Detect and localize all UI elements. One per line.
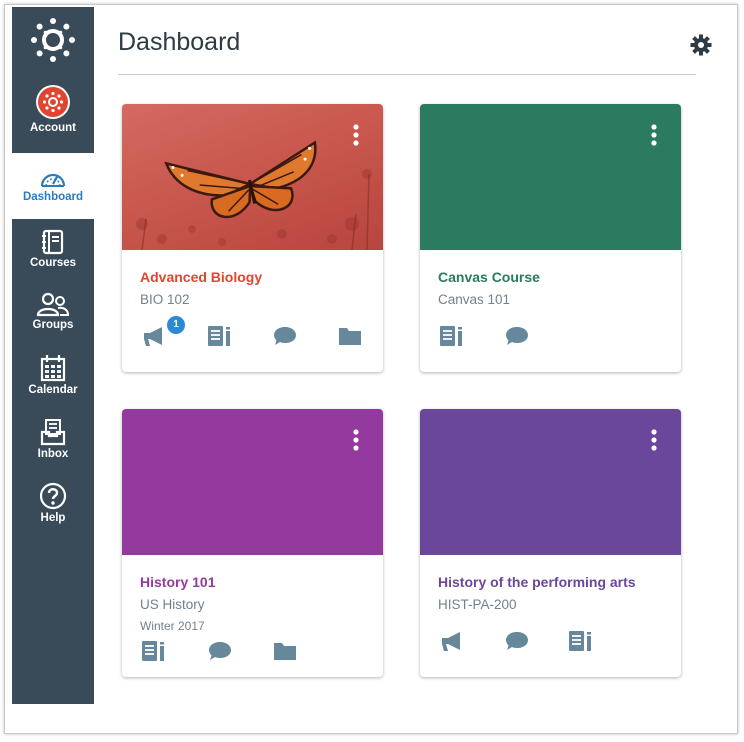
groups-people-icon (36, 292, 70, 317)
sidebar-item-label: Dashboard (22, 191, 84, 203)
course-term: Winter 2017 (140, 619, 205, 633)
sidebar-item-dashboard[interactable]: Dashboard (12, 153, 94, 219)
sidebar-item-account[interactable]: Account (12, 85, 94, 134)
card-color-header (122, 409, 383, 555)
files-icon[interactable] (273, 640, 297, 667)
card-action-icons (438, 630, 668, 654)
butterfly-image (122, 104, 383, 251)
card-color-header (420, 104, 681, 250)
inbox-icon (40, 419, 66, 446)
global-navigation: Account Dashboard Courses Groups Calenda… (12, 7, 94, 704)
discussions-icon[interactable] (505, 630, 529, 657)
course-code: HIST-PA-200 (438, 597, 517, 612)
course-code: US History (140, 597, 205, 612)
canvas-logo-icon[interactable] (28, 17, 78, 63)
sidebar-item-label: Groups (32, 319, 74, 331)
announcements-icon[interactable]: 1 (142, 315, 186, 352)
course-code: BIO 102 (140, 292, 190, 307)
sidebar-item-label: Inbox (37, 448, 69, 460)
sidebar-item-groups[interactable]: Groups (12, 291, 94, 331)
discussions-icon[interactable] (505, 325, 529, 352)
card-color-header (420, 409, 681, 555)
course-title[interactable]: History of the performing arts (438, 574, 636, 590)
help-icon (39, 482, 67, 510)
sidebar-item-inbox[interactable]: Inbox (12, 418, 94, 460)
card-action-icons: 1 (140, 315, 370, 352)
header-divider (118, 74, 696, 75)
sidebar-item-courses[interactable]: Courses (12, 229, 94, 269)
gear-icon[interactable] (690, 34, 712, 61)
page-title: Dashboard (118, 28, 241, 56)
card-action-icons (438, 325, 668, 349)
assignments-icon[interactable] (440, 325, 464, 352)
card-action-icons (140, 640, 370, 664)
calendar-icon (40, 355, 66, 382)
course-card-advanced-biology[interactable]: Advanced Biology BIO 102 1 (122, 104, 383, 372)
card-options-icon[interactable] (651, 124, 657, 151)
card-options-icon[interactable] (353, 124, 359, 151)
course-card-history-performing-arts[interactable]: History of the performing arts HIST-PA-2… (420, 409, 681, 677)
course-card-canvas-course[interactable]: Canvas Course Canvas 101 (420, 104, 681, 372)
sidebar-item-label: Courses (29, 257, 77, 269)
course-card-history-101[interactable]: History 101 US History Winter 2017 (122, 409, 383, 677)
assignments-icon[interactable] (142, 640, 166, 667)
course-code: Canvas 101 (438, 292, 511, 307)
course-title[interactable]: Advanced Biology (140, 269, 262, 285)
course-title[interactable]: History 101 (140, 574, 215, 590)
discussions-icon[interactable] (208, 640, 232, 667)
course-title[interactable]: Canvas Course (438, 269, 540, 285)
dashboard-gauge-icon (40, 173, 66, 187)
announcements-icon[interactable] (440, 630, 466, 657)
sidebar-item-help[interactable]: Help (12, 482, 94, 524)
sidebar-item-calendar[interactable]: Calendar (12, 354, 94, 396)
assignments-icon[interactable] (208, 325, 232, 352)
announcement-count-badge: 1 (166, 315, 186, 335)
courses-book-icon (42, 229, 64, 255)
assignments-icon[interactable] (569, 630, 593, 657)
card-options-icon[interactable] (353, 429, 359, 456)
card-options-icon[interactable] (651, 429, 657, 456)
sidebar-item-label: Calendar (28, 384, 78, 396)
account-avatar (36, 85, 70, 119)
sidebar-item-label: Help (40, 512, 66, 524)
discussions-icon[interactable] (273, 325, 297, 352)
sidebar-item-label: Account (30, 122, 76, 134)
files-icon[interactable] (338, 325, 362, 352)
